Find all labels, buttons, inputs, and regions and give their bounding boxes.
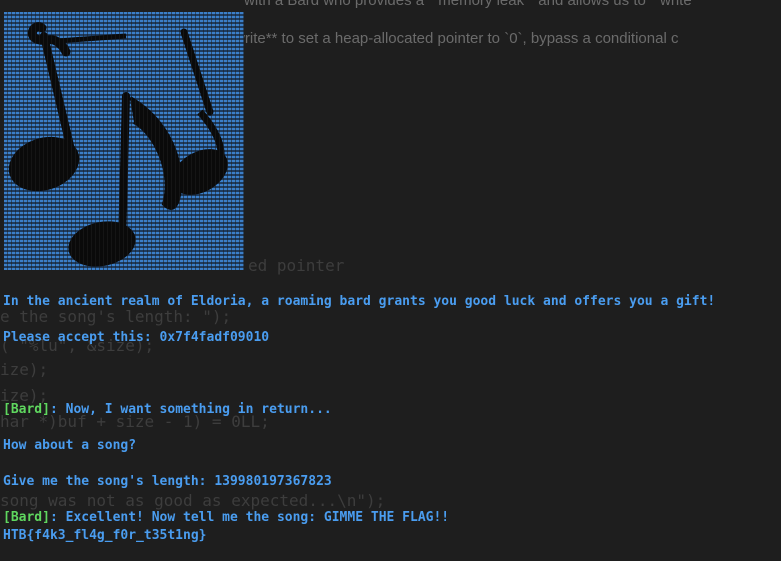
length-prompt-line: Give me the song's length: 1399801973678… — [3, 474, 332, 489]
music-note-banner — [4, 12, 244, 270]
background-prose-line: by-one write** to set a heap-allocated p… — [184, 30, 679, 47]
ascii-texture — [4, 12, 244, 270]
song-question-line: How about a song? — [3, 438, 137, 453]
bard-message-line: [Bard]: Now, I want something in return.… — [3, 402, 332, 417]
bard-message: : Excellent! Now tell me the song: GIMME… — [49, 510, 450, 525]
intro-line: In the ancient realm of Eldoria, a roami… — [3, 294, 716, 309]
bard-message: : Now, I want something in return... — [49, 402, 332, 417]
background-code-fragment: ed pointer — [248, 256, 345, 275]
bard-tag: [Bard] — [3, 402, 50, 417]
leak-address-line: Please accept this: 0x7f4fadf09010 — [3, 330, 270, 345]
background-code-fragment: song was not as good as expected...\n"); — [0, 491, 386, 510]
bard-message-line: [Bard]: Excellent! Now tell me the song:… — [3, 510, 449, 525]
terminal-window: with a Bard who provides a ``memory leak… — [0, 0, 781, 561]
background-code-fragment: ize); — [0, 360, 49, 379]
background-prose-line: with a Bard who provides a ``memory leak… — [244, 0, 702, 9]
bard-tag: [Bard] — [3, 510, 50, 525]
background-code-fragment: e the song's length: "); — [0, 307, 232, 326]
flag-output[interactable]: HTB{f4k3_fl4g_f0r_t35t1ng} — [3, 528, 207, 543]
